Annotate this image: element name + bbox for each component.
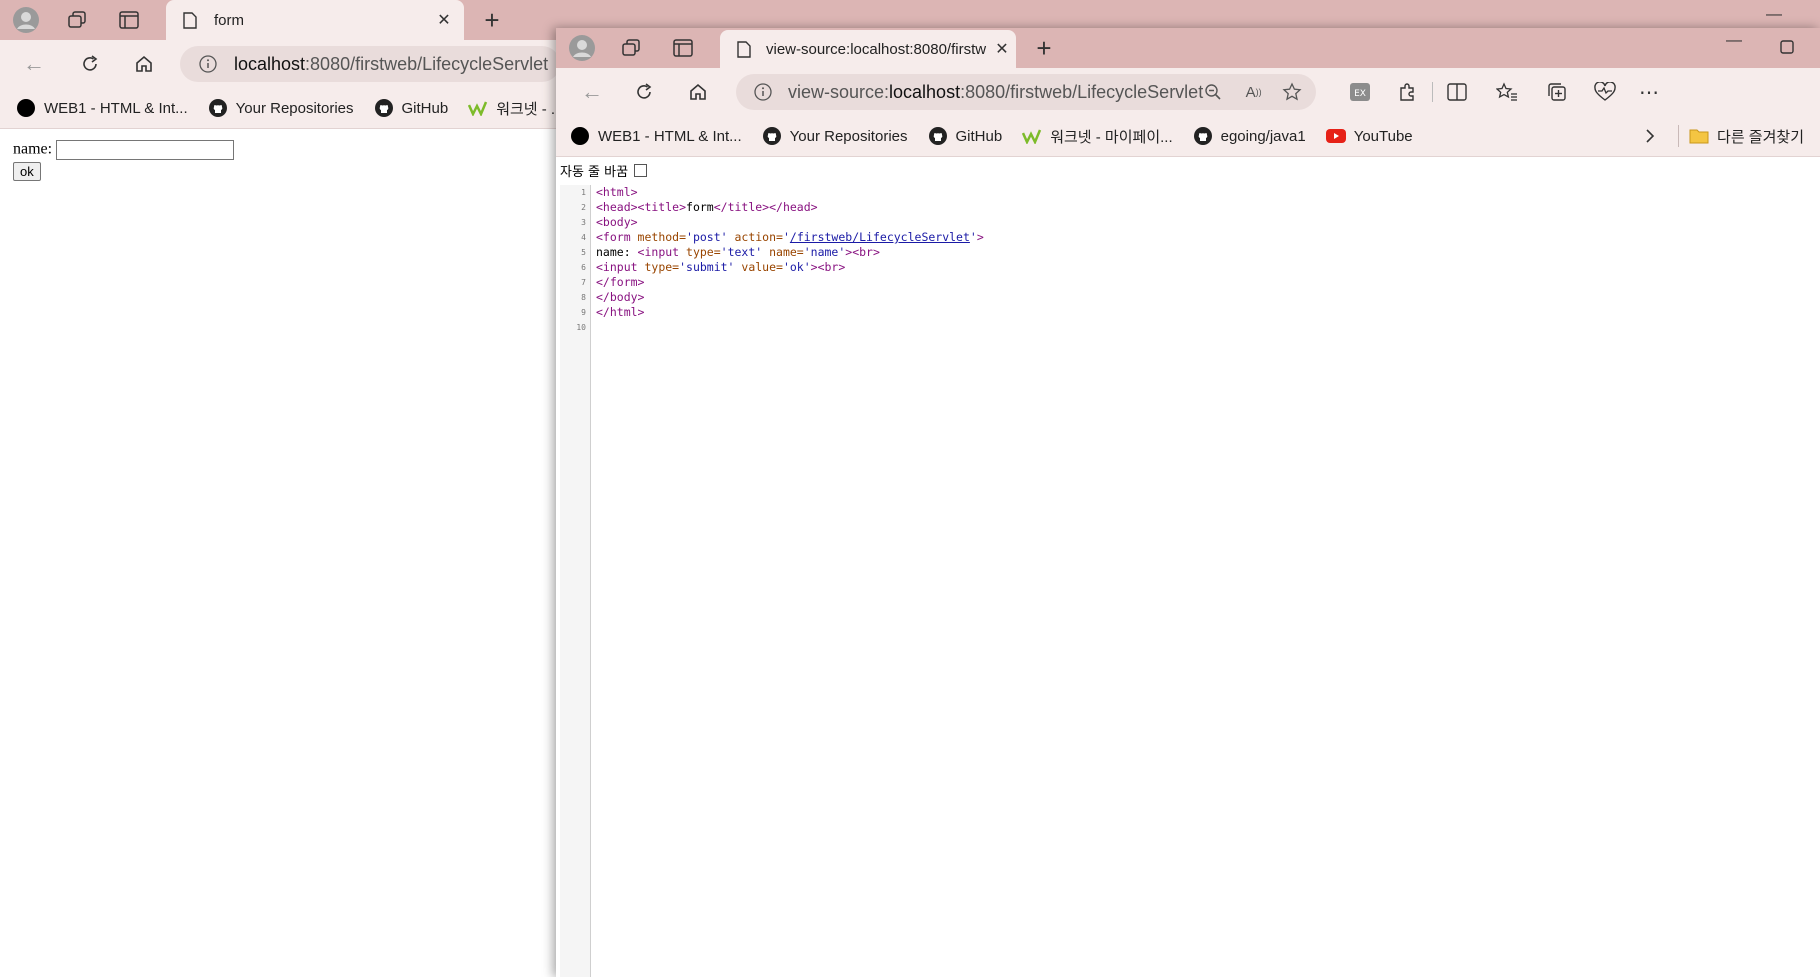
workspaces-icon[interactable] [618, 36, 644, 60]
more-options-icon[interactable]: ⋯ [1636, 80, 1662, 104]
source-line: 7 </form> [581, 275, 645, 289]
favorites-divider [1678, 125, 1680, 147]
svg-text:EX: EX [1354, 89, 1366, 99]
source-line: 5 name: <input type='text' name='name'><b… [581, 245, 880, 259]
line-wrap-label: 자동 줄 바꿈 [560, 165, 629, 180]
bookmark-your-repositories[interactable]: Your Repositories [762, 126, 908, 146]
source-line: 1 <html> [581, 185, 638, 199]
title-bar: view-source:localhost:8080/firstw ✕ + — [556, 28, 1820, 68]
github-icon [1193, 126, 1213, 146]
back-icon[interactable]: ← [578, 79, 606, 104]
back-icon[interactable]: ← [20, 51, 48, 76]
bookmark-worknet[interactable]: 워크넷 - ... [468, 98, 563, 119]
extensions-puzzle-icon[interactable] [1394, 80, 1420, 104]
toolbar-divider [1432, 82, 1433, 102]
address-host: localhost [234, 53, 306, 74]
github-icon [762, 126, 782, 146]
address-prefix: view-source: [788, 81, 890, 102]
tab-title: form [214, 11, 244, 29]
address-path: :8080/firstweb/LifecycleServlet [960, 81, 1204, 102]
other-favorites[interactable]: 다른 즐겨찾기 [1689, 126, 1804, 147]
split-screen-icon[interactable] [1444, 80, 1470, 104]
site-info-icon[interactable] [198, 55, 218, 73]
new-tab-icon[interactable]: + [1030, 33, 1058, 63]
address-path: :8080/firstweb/LifecycleServlet [305, 53, 549, 74]
source-line: 9 </html> [581, 305, 645, 319]
tab-form[interactable]: form ✕ [166, 0, 464, 40]
minimize-icon[interactable]: — [1766, 6, 1782, 24]
bookmark-your-repositories[interactable]: Your Repositories [208, 98, 354, 118]
folder-icon [1689, 126, 1709, 146]
tab-view-source[interactable]: view-source:localhost:8080/firstw ✕ [720, 30, 1016, 68]
home-icon[interactable] [684, 80, 712, 104]
worknet-icon [1022, 126, 1042, 146]
bookmark-web1[interactable]: WEB1 - HTML & Int... [16, 98, 188, 118]
source-line: 3 <body> [581, 215, 638, 229]
source-line: 6 <input type='submit' value='ok'><br> [581, 260, 846, 274]
source-line: 2 <head><title>form</title></head> [581, 200, 818, 214]
zoom-out-icon[interactable] [1203, 83, 1223, 101]
line-wrap-toggle[interactable]: 자동 줄 바꿈 [560, 161, 648, 180]
web1-icon [16, 98, 36, 118]
ok-button[interactable]: ok [13, 162, 41, 181]
browser-window-view-source: view-source:localhost:8080/firstw ✕ + — … [556, 28, 1820, 977]
name-input[interactable] [56, 140, 235, 160]
close-tab-icon[interactable]: ✕ [992, 39, 1012, 59]
web1-icon [570, 126, 590, 146]
tab-title: view-source:localhost:8080/firstw [766, 40, 987, 58]
worknet-icon [468, 98, 488, 118]
navigation-toolbar: ← view-source: localhost:8080/firstweb/Li… [556, 68, 1820, 116]
favorite-star-icon[interactable] [1282, 82, 1302, 102]
address-bar[interactable]: view-source: localhost:8080/firstweb/Life… [736, 74, 1316, 110]
bookmark-youtube[interactable]: YouTube [1325, 126, 1413, 146]
refresh-icon[interactable] [76, 52, 104, 76]
page-icon [732, 40, 756, 58]
source-line: 8 </body> [581, 290, 645, 304]
github-icon [374, 98, 394, 118]
close-tab-icon[interactable]: ✕ [434, 10, 454, 30]
line-wrap-checkbox[interactable] [634, 164, 648, 177]
refresh-icon[interactable] [630, 80, 658, 104]
site-info-icon[interactable] [754, 83, 772, 101]
address-host: localhost [889, 81, 961, 102]
youtube-icon [1325, 126, 1346, 146]
home-icon[interactable] [130, 52, 158, 76]
collections-icon[interactable] [1544, 80, 1570, 104]
chevron-right-icon[interactable] [1640, 128, 1660, 144]
view-source-content: 자동 줄 바꿈 1 <html> 2 <head><title>form</titl… [556, 157, 1820, 977]
maximize-icon[interactable] [1778, 38, 1796, 56]
github-icon [208, 98, 228, 118]
extension-ex-icon[interactable]: EX [1348, 80, 1372, 104]
bookmark-web1[interactable]: WEB1 - HTML & Int... [570, 126, 742, 146]
vertical-tabs-icon[interactable] [116, 8, 142, 32]
page-icon [178, 11, 202, 29]
profile-avatar-icon[interactable] [568, 34, 596, 62]
profile-avatar-icon[interactable] [12, 6, 40, 34]
name-label: name: [13, 140, 53, 158]
favorites-bar: WEB1 - HTML & Int... Your Repositories G… [556, 116, 1820, 157]
source-line: 4 <form method='post' action='/firstweb/L… [581, 230, 984, 244]
read-aloud-icon[interactable]: A)) [1243, 84, 1263, 101]
source-line: 10 [576, 323, 586, 332]
minimize-icon[interactable]: — [1726, 32, 1742, 50]
favorites-list-icon[interactable] [1494, 80, 1520, 104]
new-tab-icon[interactable]: + [478, 5, 506, 35]
bookmark-github[interactable]: GitHub [374, 98, 448, 118]
address-bar[interactable]: localhost:8080/firstweb/LifecycleServlet [180, 46, 560, 82]
vertical-tabs-icon[interactable] [670, 36, 696, 60]
source-code: 1 <html> 2 <head><title>form</title></head… [560, 185, 1820, 335]
bookmark-worknet[interactable]: 워크넷 - 마이페이... [1022, 126, 1173, 147]
github-icon [928, 126, 948, 146]
bookmark-github[interactable]: GitHub [928, 126, 1002, 146]
browser-essentials-icon[interactable] [1592, 80, 1618, 104]
bookmark-egoing-java1[interactable]: egoing/java1 [1193, 126, 1306, 146]
workspaces-icon[interactable] [64, 8, 90, 32]
